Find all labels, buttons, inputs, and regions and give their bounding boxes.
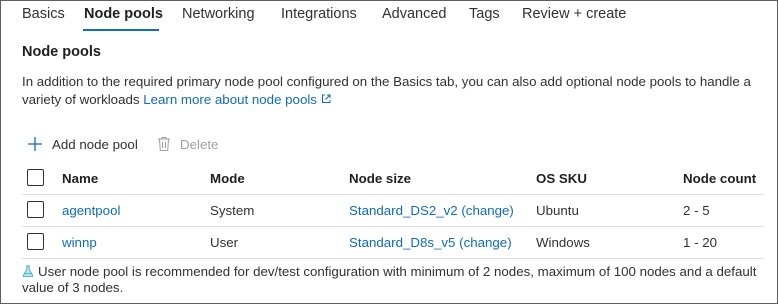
tab-networking[interactable]: Networking	[182, 6, 255, 22]
tab-integrations[interactable]: Integrations	[281, 6, 357, 22]
node-pool-name-link[interactable]: agentpool	[62, 195, 120, 226]
node-pool-name-link[interactable]: winnp	[62, 227, 97, 258]
column-header-mode[interactable]: Mode	[210, 163, 245, 194]
node-pools-table: Name Mode Node size OS SKU Node count ag…	[22, 163, 764, 259]
tab-node-pools[interactable]: Node pools	[84, 6, 163, 22]
node-pool-os-sku: Windows	[536, 235, 590, 250]
select-all-checkbox[interactable]	[27, 169, 44, 186]
plus-icon	[28, 137, 42, 151]
node-pools-panel: Basics Node pools Networking Integration…	[0, 0, 778, 304]
section-title: Node pools	[22, 44, 101, 60]
delete-label: Delete	[180, 136, 219, 152]
note-text: User node pool is recommended for dev/te…	[22, 264, 757, 295]
node-pool-mode: User	[210, 235, 239, 250]
learn-more-link-text: Learn more about node pools	[143, 92, 317, 107]
add-node-pool-button[interactable]: Add node pool	[27, 134, 138, 154]
section-description: In addition to the required primary node…	[22, 73, 762, 109]
tab-tags[interactable]: Tags	[469, 6, 500, 22]
column-header-node-size[interactable]: Node size	[349, 163, 411, 194]
info-note: User node pool is recommended for dev/te…	[22, 264, 762, 296]
add-node-pool-label: Add node pool	[52, 136, 138, 152]
node-pool-os-sku: Ubuntu	[536, 203, 579, 218]
column-header-node-count[interactable]: Node count	[683, 163, 756, 194]
external-link-icon	[321, 94, 331, 103]
tab-advanced[interactable]: Advanced	[382, 6, 447, 22]
description-text: In addition to the required primary node…	[22, 74, 751, 107]
delete-button[interactable]: Delete	[157, 134, 218, 154]
node-pool-node-count: 2 - 5	[683, 203, 710, 218]
trash-icon	[158, 137, 170, 151]
flask-icon	[22, 265, 34, 277]
node-size-change-link[interactable]: Standard_D8s_v5 (change)	[349, 227, 512, 258]
table-row: winnp User Standard_D8s_v5 (change) Wind…	[22, 227, 764, 259]
node-pool-node-count: 1 - 20	[683, 235, 718, 250]
tab-review-create[interactable]: Review + create	[522, 6, 626, 22]
learn-more-link[interactable]: Learn more about node pools	[143, 92, 331, 107]
table-header-row: Name Mode Node size OS SKU Node count	[22, 163, 764, 195]
active-tab-indicator	[83, 29, 159, 31]
column-header-name[interactable]: Name	[62, 163, 98, 194]
column-header-os-sku[interactable]: OS SKU	[536, 163, 587, 194]
row-checkbox[interactable]	[27, 201, 44, 218]
node-pool-mode: System	[210, 203, 255, 218]
node-size-change-link[interactable]: Standard_DS2_v2 (change)	[349, 195, 514, 226]
tab-bar: Basics Node pools Networking Integration…	[1, 1, 777, 33]
row-checkbox[interactable]	[27, 233, 44, 250]
tab-basics[interactable]: Basics	[22, 6, 65, 22]
table-row: agentpool System Standard_DS2_v2 (change…	[22, 195, 764, 227]
